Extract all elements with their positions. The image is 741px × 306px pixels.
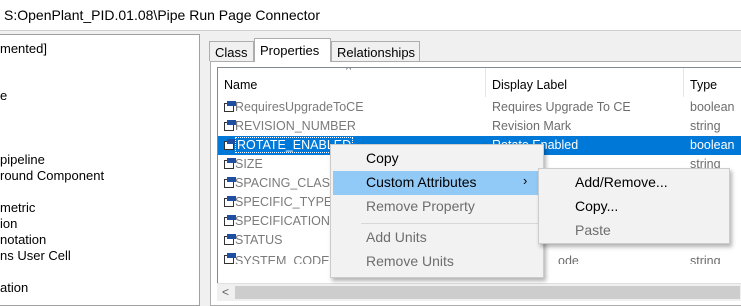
- horizontal-scrollbar[interactable]: <: [217, 283, 741, 301]
- row-display-label: Requires Upgrade To CE: [492, 100, 631, 114]
- menu-item-label: Copy: [366, 150, 399, 166]
- row-type: string: [690, 254, 721, 264]
- menu-item-add-units[interactable]: Add Units: [333, 226, 541, 250]
- tree-item[interactable]: e: [0, 88, 7, 103]
- menu-item-label: Add Units: [366, 229, 427, 245]
- tab-relationships[interactable]: Relationships: [331, 41, 420, 61]
- row-type: boolean: [690, 138, 735, 152]
- column-header-type[interactable]: Type: [684, 68, 741, 97]
- context-menu: Copy Custom Attributes › Remove Property…: [330, 144, 544, 278]
- tree-item[interactable]: ion: [0, 216, 17, 231]
- chevron-right-icon: ›: [523, 173, 528, 188]
- row-name: SPECIFIC_TYPE: [235, 195, 333, 209]
- tree-item[interactable]: notation: [0, 232, 46, 247]
- tree-item[interactable]: ation: [0, 280, 28, 295]
- scroll-left-arrow-icon[interactable]: <: [217, 284, 234, 301]
- row-type: boolean: [690, 100, 735, 114]
- column-header-display-label[interactable]: Display Label: [486, 68, 684, 97]
- menu-separator: [361, 223, 539, 224]
- custom-attributes-submenu: Add/Remove... Copy... Paste: [538, 168, 730, 244]
- column-header-label: Display Label: [492, 78, 568, 92]
- menu-item-paste[interactable]: Paste: [541, 219, 727, 243]
- row-name: SIZE: [235, 157, 263, 171]
- tree-item[interactable]: round Component: [0, 168, 104, 183]
- row-display-label: ode: [558, 254, 579, 264]
- class-tree[interactable]: mented] e pipeline round Component metri…: [0, 34, 200, 306]
- menu-item-remove-property[interactable]: Remove Property: [333, 195, 541, 219]
- row-name: RequiresUpgradeToCE: [235, 100, 364, 114]
- table-row[interactable]: RequiresUpgradeToCE Requires Upgrade To …: [218, 98, 741, 117]
- menu-item-label: Custom Attributes: [366, 174, 477, 190]
- column-header-label: Type: [690, 78, 718, 92]
- column-header-name[interactable]: Name: [218, 68, 486, 97]
- tab-properties[interactable]: Properties: [254, 38, 331, 62]
- row-name: STATUS: [235, 233, 283, 247]
- menu-item-label: Add/Remove...: [575, 174, 668, 190]
- menu-item-label: Copy...: [575, 198, 619, 214]
- tree-item[interactable]: mented]: [0, 41, 47, 56]
- menu-item-copy-attributes[interactable]: Copy...: [541, 195, 727, 219]
- row-name: SPACING_CLASS: [235, 176, 339, 190]
- row-display-label: Revision Mark: [492, 119, 572, 133]
- tree-item[interactable]: ns User Cell: [0, 248, 71, 263]
- title-bar: S:OpenPlant_PID.01.08\Pipe Run Page Conn…: [0, 0, 741, 31]
- menu-item-add-remove[interactable]: Add/Remove...: [541, 171, 727, 195]
- menu-item-copy[interactable]: Copy: [333, 147, 541, 171]
- row-name: REVISION_NUMBER: [235, 119, 356, 133]
- tree-item[interactable]: metric: [0, 200, 35, 215]
- tab-class[interactable]: Class: [209, 41, 254, 61]
- menu-item-label: Remove Units: [366, 253, 454, 269]
- scrollbar-thumb[interactable]: [235, 286, 740, 299]
- menu-item-remove-units[interactable]: Remove Units: [333, 250, 541, 274]
- window-title: S:OpenPlant_PID.01.08\Pipe Run Page Conn…: [4, 7, 320, 23]
- row-type: string: [690, 119, 721, 133]
- column-header-label: Name: [224, 78, 258, 92]
- row-name: SYSTEM_CODE: [235, 254, 330, 264]
- table-row[interactable]: REVISION_NUMBER Revision Mark string: [218, 117, 741, 136]
- menu-item-custom-attributes[interactable]: Custom Attributes ›: [333, 171, 541, 195]
- tree-item[interactable]: pipeline: [0, 152, 45, 167]
- menu-item-label: Remove Property: [366, 198, 475, 214]
- menu-item-label: Paste: [575, 222, 611, 238]
- row-name: SPECIFICATION: [235, 214, 330, 228]
